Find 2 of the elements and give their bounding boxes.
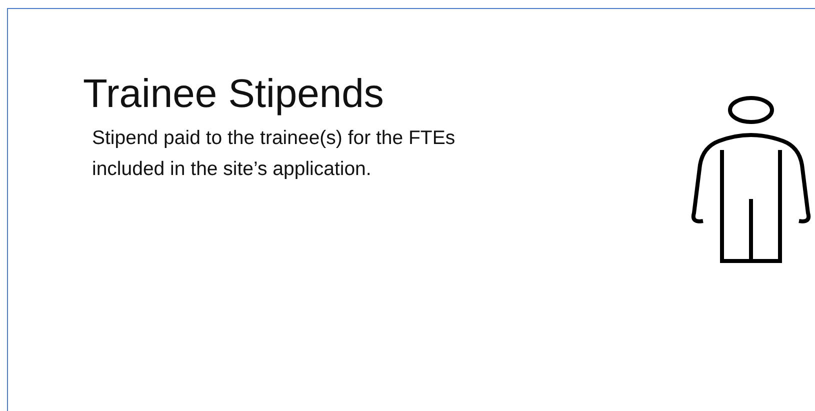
slide-title: Trainee Stipends: [83, 71, 385, 117]
slide-body-text: Stipend paid to the trainee(s) for the FTEs included in the site’s application.: [92, 126, 456, 182]
